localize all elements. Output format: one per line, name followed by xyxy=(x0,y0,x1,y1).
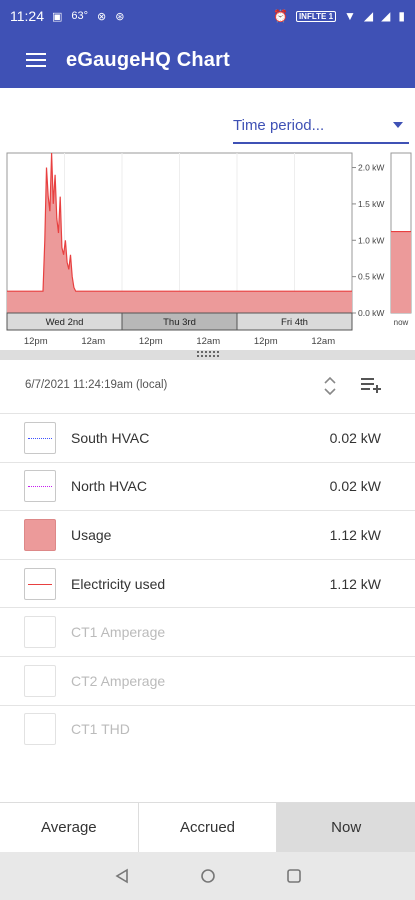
back-icon[interactable] xyxy=(110,864,134,888)
x-tick-label: 12pm xyxy=(139,336,163,347)
alarm-icon: ⏰ xyxy=(273,9,288,23)
signal-icon: ◢ xyxy=(363,9,374,23)
legend-swatch xyxy=(24,713,56,746)
weather-temp: 63° xyxy=(71,10,89,22)
legend-list: South HVAC 0.02 kW North HVAC 0.02 kW Us… xyxy=(0,413,415,753)
drag-handle-icon[interactable] xyxy=(197,351,219,359)
app-notification-icon: ⊗ xyxy=(97,10,107,23)
legend-name: South HVAC xyxy=(71,429,150,446)
sort-icon[interactable] xyxy=(322,374,338,398)
chart-svg[interactable]: 2.0 kW 1.5 kW 1.0 kW 0.5 kW 0.0 kW Wed 2nd Thu… xyxy=(0,150,415,350)
now-bar-fill xyxy=(391,231,411,313)
battery-icon: ▮ xyxy=(398,9,405,23)
menu-icon[interactable] xyxy=(26,53,46,67)
y-tick-label: 0.5 kW xyxy=(358,272,384,282)
status-bar: 11:24 ▣ 63° ⊗ ⊛ ⏰ INFLTE 1 ▼ ◢ ◢ ▮ xyxy=(0,0,415,32)
bottom-tabs: Average Accrued Now xyxy=(0,802,415,852)
legend-value: 1.12 kW xyxy=(329,575,381,592)
readout-timestamp: 6/7/2021 11:24:19am (local) xyxy=(25,379,168,391)
x-tick-label: 12am xyxy=(196,336,220,347)
legend-name: Electricity used xyxy=(71,575,166,592)
legend-swatch xyxy=(24,421,56,454)
y-tick-label: 1.5 kW xyxy=(358,199,384,209)
x-tick-label: 12pm xyxy=(24,336,48,347)
network-badge: INFLTE 1 xyxy=(295,10,337,22)
signal2-icon: ◢ xyxy=(381,9,391,23)
tab-now[interactable]: Now xyxy=(277,803,415,852)
legend-item-usage[interactable]: Usage 1.12 kW xyxy=(0,510,415,559)
readout-row: 6/7/2021 11:24:19am (local) xyxy=(0,360,415,410)
legend-swatch xyxy=(24,616,56,649)
recents-icon[interactable] xyxy=(282,864,306,888)
legend-item-ct1-amperage[interactable]: CT1 Amperage xyxy=(0,607,415,656)
sync-notification-icon: ⊛ xyxy=(115,10,125,23)
day-label: Fri 4th xyxy=(281,317,308,328)
tab-accrued[interactable]: Accrued xyxy=(138,803,278,852)
add-to-list-icon[interactable] xyxy=(360,376,382,394)
dropdown-arrow-icon xyxy=(393,122,403,128)
legend-name: CT2 Amperage xyxy=(71,672,166,689)
legend-swatch xyxy=(24,567,56,600)
y-tick-label: 0.0 kW xyxy=(358,308,384,318)
chart[interactable]: 2.0 kW 1.5 kW 1.0 kW 0.5 kW 0.0 kW Wed 2nd Thu… xyxy=(0,150,415,350)
tab-average[interactable]: Average xyxy=(0,803,139,852)
time-period-placeholder: Time period... xyxy=(233,116,325,134)
legend-value: 0.02 kW xyxy=(329,478,381,495)
y-tick-label: 1.0 kW xyxy=(358,235,384,245)
day-label: Wed 2nd xyxy=(46,317,84,328)
legend-name: CT1 Amperage xyxy=(71,624,166,641)
legend-swatch xyxy=(24,664,56,697)
legend-value: 1.12 kW xyxy=(329,526,381,543)
app-title: eGaugeHQ Chart xyxy=(66,48,230,71)
legend-value: 0.02 kW xyxy=(329,429,381,446)
day-label: Thu 3rd xyxy=(163,317,196,328)
legend-item-south-hvac[interactable]: South HVAC 0.02 kW xyxy=(0,413,415,462)
legend-item-north-hvac[interactable]: North HVAC 0.02 kW xyxy=(0,461,415,511)
x-tick-label: 12am xyxy=(81,336,105,347)
y-tick-label: 2.0 kW xyxy=(358,163,384,173)
status-time: 11:24 xyxy=(10,8,44,24)
legend-name: North HVAC xyxy=(71,478,147,495)
legend-swatch xyxy=(24,518,56,551)
legend-swatch xyxy=(24,470,56,503)
x-tick-label: 12pm xyxy=(254,336,278,347)
now-label: now xyxy=(394,318,409,327)
legend-item-ct1-thd[interactable]: CT1 THD xyxy=(0,704,415,754)
x-tick-label: 12am xyxy=(311,336,335,347)
legend-item-electricity-used[interactable]: Electricity used 1.12 kW xyxy=(0,558,415,608)
time-period-dropdown[interactable]: Time period... xyxy=(233,108,409,144)
legend-name: Usage xyxy=(71,526,112,543)
home-icon[interactable] xyxy=(196,864,220,888)
app-bar: eGaugeHQ Chart xyxy=(0,32,415,88)
system-nav-bar xyxy=(0,852,415,900)
image-notification-icon: ▣ xyxy=(52,10,63,23)
legend-item-ct2-amperage[interactable]: CT2 Amperage xyxy=(0,655,415,705)
legend-name: CT1 THD xyxy=(71,721,130,738)
wifi-icon: ▼ xyxy=(344,9,356,23)
